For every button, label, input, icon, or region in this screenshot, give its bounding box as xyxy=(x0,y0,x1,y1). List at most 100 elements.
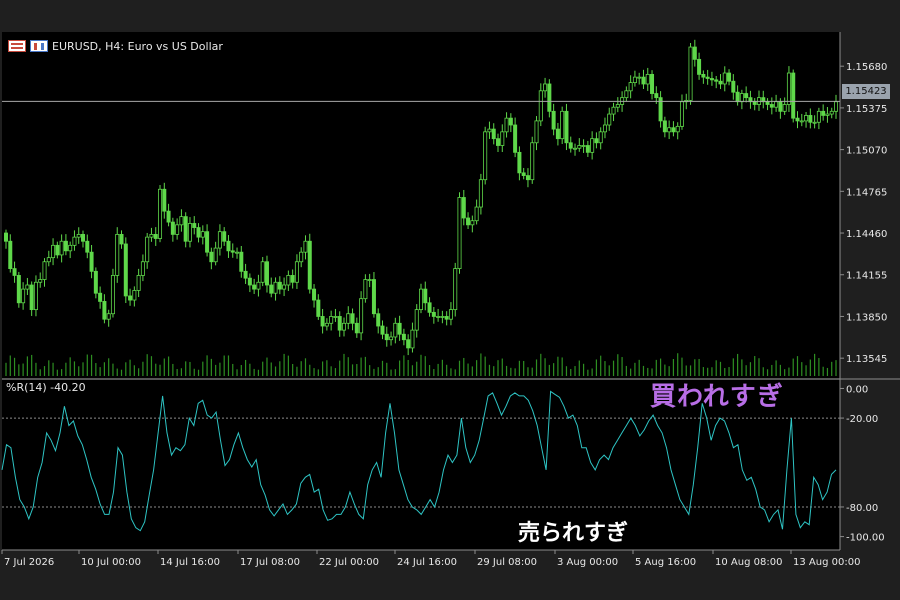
candle-body xyxy=(474,206,479,222)
volume-bar xyxy=(826,367,829,376)
price-tick-label: 1.14460 xyxy=(846,229,887,240)
candle-body xyxy=(650,73,655,94)
volume-bar xyxy=(129,359,131,376)
volume-bar xyxy=(655,359,657,376)
time-tick-label: 24 Jul 16:00 xyxy=(397,557,457,568)
wr-tick-label: -80.00 xyxy=(846,503,878,514)
candle-body xyxy=(337,316,342,331)
volume-bar xyxy=(283,353,285,376)
volume-bar xyxy=(677,353,679,376)
volume-bar xyxy=(86,354,88,376)
chart-type-icon[interactable] xyxy=(30,40,48,52)
candle-body xyxy=(568,142,573,149)
candle-body xyxy=(239,251,244,272)
candle-body xyxy=(483,131,488,181)
candle-body xyxy=(406,339,411,349)
volume-bar xyxy=(450,368,452,376)
candle-body xyxy=(722,72,727,85)
volume-bar xyxy=(702,367,704,376)
volume-bar xyxy=(480,353,482,376)
volume-bar xyxy=(762,367,764,376)
candle-body xyxy=(354,322,359,334)
volume-bar xyxy=(638,359,640,376)
volume-bar xyxy=(514,368,516,376)
volume-bar xyxy=(176,368,178,376)
candle-body xyxy=(196,227,201,238)
volume-bar xyxy=(78,366,80,376)
candle-body xyxy=(688,46,693,101)
volume-bar xyxy=(236,369,238,376)
candle-body xyxy=(136,275,141,291)
candle-body xyxy=(470,220,475,226)
candle-body xyxy=(132,290,137,301)
volume-bar xyxy=(172,363,174,376)
volume-bar xyxy=(587,369,589,376)
candle-body xyxy=(312,288,317,301)
candle-body xyxy=(538,90,543,122)
volume-bar xyxy=(377,367,379,376)
candle-body xyxy=(286,275,291,286)
price-tick-label: 1.14765 xyxy=(846,187,887,198)
volume-bar xyxy=(630,368,632,376)
indicator-axis-ticks: 0.00 -20.00 -80.00 -100.00 xyxy=(840,384,885,544)
volume-bar xyxy=(553,363,555,376)
candle-body xyxy=(637,76,642,79)
candle-body xyxy=(615,104,620,108)
candle-body xyxy=(504,117,509,133)
candle-body xyxy=(594,138,599,144)
price-tick-label: 1.15375 xyxy=(846,104,887,115)
candle-body xyxy=(76,234,81,238)
volume-bar xyxy=(557,356,559,376)
candle-body xyxy=(217,231,222,249)
volume-bar xyxy=(304,358,307,376)
volume-bar xyxy=(133,365,135,376)
candle-body xyxy=(778,101,783,112)
volume-bar xyxy=(651,368,653,376)
volume-bar xyxy=(681,357,683,376)
volume-bar xyxy=(437,363,439,376)
volume-bar xyxy=(274,366,277,376)
volume-bar xyxy=(108,358,110,376)
candle-body xyxy=(804,115,809,122)
volume-bar xyxy=(180,368,183,376)
volume-bar xyxy=(189,361,191,376)
volume-bar xyxy=(292,363,294,376)
candle-body xyxy=(346,313,351,324)
price-axis-ticks: 1.15680 1.15375 1.15070 1.14765 1.14460 1.141… xyxy=(840,62,887,365)
candle-body xyxy=(16,275,21,304)
candle-body xyxy=(739,93,744,103)
price-pane-background[interactable] xyxy=(2,32,840,378)
volume-bar xyxy=(125,362,127,376)
candle-body xyxy=(662,120,667,133)
candle-body xyxy=(33,281,38,311)
volume-bar xyxy=(510,367,512,376)
volume-bar xyxy=(416,361,418,376)
volume-bar xyxy=(197,369,200,376)
candle-body xyxy=(692,46,697,60)
volume-bar xyxy=(407,359,409,376)
candle-body xyxy=(389,336,394,341)
volume-bar xyxy=(685,365,687,376)
candle-body xyxy=(461,197,466,219)
candle-body xyxy=(341,322,346,331)
candle-body xyxy=(632,76,637,84)
candle-body xyxy=(641,76,646,85)
volume-bar xyxy=(518,360,521,376)
volume-bar xyxy=(249,363,251,376)
symbol-list-icon[interactable] xyxy=(8,40,26,52)
volume-bar xyxy=(386,362,388,376)
volume-bar xyxy=(18,364,20,376)
volume-bar xyxy=(61,369,63,376)
candle-body xyxy=(222,231,227,242)
candle-body xyxy=(671,127,676,133)
volume-bar xyxy=(266,357,268,376)
candle-body xyxy=(235,251,240,254)
candle-body xyxy=(718,80,723,85)
candle-body xyxy=(581,145,586,147)
volume-bar xyxy=(771,364,773,376)
time-axis-ticks: 7 Jul 2026 10 Jul 00:00 14 Jul 16:00 17 Jul… xyxy=(1,550,860,568)
volume-bar xyxy=(647,367,649,376)
volume-bar xyxy=(711,367,713,376)
candle-body xyxy=(247,277,252,286)
volume-bar xyxy=(215,364,217,376)
